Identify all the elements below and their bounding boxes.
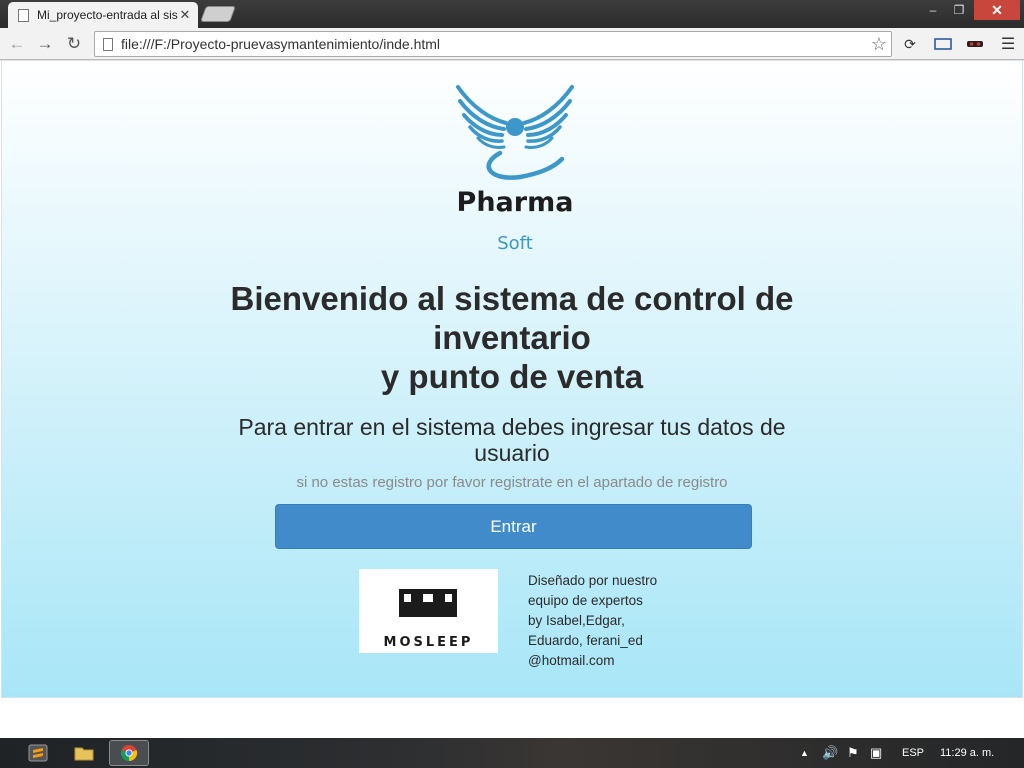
reload-button[interactable]: ↻ (62, 32, 86, 56)
tab-title: Mi_proyecto-entrada al sis (37, 8, 178, 22)
chrome-icon (120, 745, 138, 762)
chrome-taskbar-button[interactable] (109, 740, 149, 766)
logo-subtitle: Soft (497, 233, 533, 254)
credits-text: Diseñado por nuestro equipo de expertos … (528, 571, 678, 671)
registration-hint: si no estas registro por favor registrat… (296, 474, 728, 491)
login-instruction: Para entrar en el sistema debes ingresar… (238, 414, 786, 466)
logo-wordmark: Pharma (456, 187, 574, 218)
welcome-heading-line-2: inventario (433, 319, 591, 356)
file-explorer-taskbar-button[interactable] (64, 740, 104, 766)
welcome-heading: Bienvenido al sistema de control de inve… (182, 279, 842, 396)
volume-icon[interactable]: 🔊 (822, 738, 838, 768)
credits-line: @hotmail.com (528, 653, 615, 668)
arrow-right-icon: → (36, 34, 54, 53)
sync-extension-icon[interactable]: ⟳ (899, 33, 921, 55)
browser-toolbar: ← → ↻ file:///F:/Proyecto-pruevasymanten… (0, 28, 1024, 60)
pharmasoft-logo: Pharma Soft (450, 81, 580, 261)
credits-line: Eduardo, ferani_ed (528, 633, 643, 648)
sublime-text-taskbar-button[interactable] (18, 740, 58, 766)
hamburger-menu-icon[interactable]: ☰ (997, 33, 1019, 55)
document-icon (18, 8, 29, 22)
forward-button[interactable]: → (33, 32, 57, 56)
mosleep-brand-image: MOSLEEP (359, 569, 498, 653)
arrow-left-icon: ← (8, 34, 26, 53)
reload-icon: ↻ (66, 34, 82, 53)
network-icon[interactable]: ▣ (870, 738, 882, 768)
credits-line: by Isabel,Edgar, (528, 613, 625, 628)
mosleep-logo-text: MOSLEEP (384, 635, 474, 650)
sublime-text-icon (28, 744, 48, 762)
address-bar[interactable]: file:///F:/Proyecto-pruevasymantenimient… (94, 31, 892, 57)
incognito-extension-icon[interactable] (964, 33, 986, 55)
page-body: Pharma Soft Bienvenido al sistema de con… (1, 61, 1023, 698)
new-tab-button[interactable] (200, 6, 236, 22)
welcome-heading-line-1: Bienvenido al sistema de control de (230, 280, 794, 317)
angel-wings-icon (456, 85, 574, 180)
tab-close-button[interactable]: ✕ (178, 7, 192, 23)
browser-title-bar: Mi_proyecto-entrada al sis ✕ – ❐ ✕ (0, 0, 1024, 28)
show-hidden-icons-button[interactable]: ▲ (800, 738, 809, 768)
action-center-flag-icon[interactable]: ⚑ (847, 738, 859, 768)
file-explorer-icon (74, 747, 94, 761)
url-text[interactable]: file:///F:/Proyecto-pruevasymantenimient… (121, 36, 867, 52)
input-language-indicator[interactable]: ESP (902, 738, 924, 768)
page-viewport: Pharma Soft Bienvenido al sistema de con… (0, 61, 1024, 738)
credits-line: Diseñado por nuestro (528, 573, 658, 588)
window-minimize-button[interactable]: – (920, 0, 946, 20)
page-icon (103, 37, 113, 51)
enter-button[interactable]: Entrar (275, 504, 752, 549)
back-button[interactable]: ← (5, 32, 29, 56)
bookmark-star-icon[interactable]: ☆ (867, 34, 891, 55)
window-maximize-button[interactable]: ❐ (946, 0, 972, 20)
windows-taskbar: ▲ 🔊 ⚑ ▣ ESP 11:29 a. m. (0, 738, 1024, 768)
credits-line: equipo de expertos (528, 593, 643, 608)
screen-capture-extension-icon[interactable] (932, 33, 954, 55)
window-close-button[interactable]: ✕ (974, 0, 1020, 20)
system-clock[interactable]: 11:29 a. m. (940, 738, 994, 768)
browser-tab-active[interactable]: Mi_proyecto-entrada al sis ✕ (8, 2, 198, 28)
welcome-heading-line-3: y punto de venta (380, 358, 644, 395)
